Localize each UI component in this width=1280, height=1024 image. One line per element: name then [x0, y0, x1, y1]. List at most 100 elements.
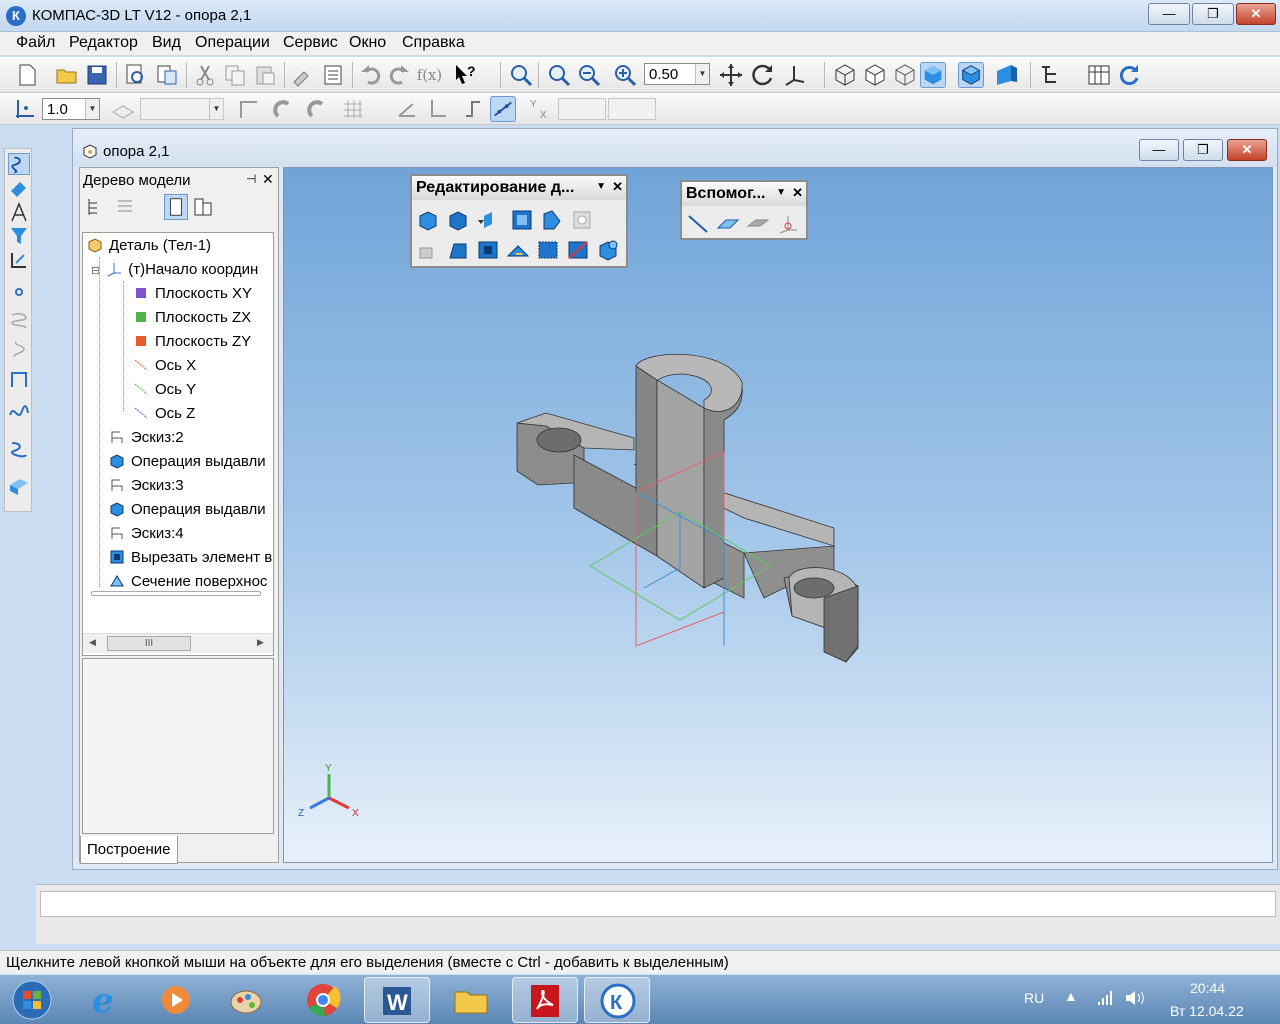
scroll-left-icon[interactable]: ◀ — [89, 637, 96, 648]
scroll-right-icon[interactable]: ▶ — [257, 637, 264, 648]
zoom-window-icon[interactable] — [508, 62, 534, 88]
orientation-icon[interactable] — [782, 62, 808, 88]
tree-item-axis-x[interactable]: Ось X — [133, 357, 196, 379]
menu-file[interactable]: Файл — [16, 34, 55, 52]
collapse-icon[interactable]: ⊟ — [91, 265, 100, 277]
start-orb-icon[interactable] — [10, 979, 54, 1021]
horizontal-scrollbar[interactable]: ◀ III ▶ — [83, 633, 273, 653]
tree-item-axis-y[interactable]: Ось Y — [133, 381, 196, 403]
scroll-thumb[interactable]: III — [107, 636, 191, 651]
copy-icon[interactable] — [222, 62, 248, 88]
restore-button[interactable]: ❐ — [1192, 3, 1234, 25]
edit-palette-titlebar[interactable]: Редактирование д... ▼ ✕ — [412, 176, 626, 200]
polyline-icon[interactable] — [8, 369, 30, 391]
menu-window[interactable]: Окно — [349, 34, 386, 52]
tree-item-sketch-2[interactable]: Эскиз:2 — [109, 429, 184, 451]
command-line[interactable] — [40, 891, 1276, 917]
palette-close-icon[interactable]: ✕ — [792, 185, 803, 201]
tree-item-origin[interactable]: ⊟ (т)Начало координ — [91, 261, 258, 283]
zoom-value-field[interactable]: 0.50 ▼ — [644, 63, 710, 85]
fillet-op-icon[interactable] — [416, 238, 440, 262]
chamfer-op-icon[interactable] — [446, 238, 470, 262]
section-surface-op-icon[interactable] — [536, 238, 560, 262]
menu-operations[interactable]: Операции — [195, 34, 270, 52]
print-preview-icon[interactable] — [122, 62, 148, 88]
clock-date[interactable]: Вт 12.04.22 — [1170, 1003, 1244, 1019]
list-icon[interactable] — [320, 62, 346, 88]
volume-icon[interactable] — [1124, 989, 1146, 1007]
chrome-taskbar-button[interactable] — [290, 977, 356, 1023]
sheet-metal-icon[interactable] — [8, 475, 30, 497]
tray-expand-icon[interactable]: ▲ — [1064, 988, 1078, 1004]
paint-taskbar-button[interactable] — [214, 977, 280, 1023]
chevron-down-icon[interactable]: ▼ — [776, 187, 786, 198]
tree-item-extrude-2[interactable]: Операция выдавли — [109, 501, 266, 523]
pan-icon[interactable] — [718, 62, 744, 88]
aux-axis-icon[interactable] — [686, 212, 710, 236]
surface-icon[interactable] — [8, 439, 30, 461]
eraser-icon[interactable] — [8, 177, 30, 199]
tab-construction[interactable]: Построение — [80, 836, 178, 864]
zoom-scale-icon[interactable] — [612, 62, 638, 88]
tree-item-sketch-3[interactable]: Эскиз:3 — [109, 477, 184, 499]
tree-item-axis-z[interactable]: Ось Z — [133, 405, 195, 427]
new-icon[interactable] — [14, 62, 40, 88]
menu-view[interactable]: Вид — [152, 34, 181, 52]
aux-plane-icon[interactable] — [716, 212, 740, 236]
section-sketch-op-icon[interactable] — [566, 238, 590, 262]
word-taskbar-button[interactable]: W — [364, 977, 430, 1023]
doc-close-button[interactable]: ✕ — [1227, 139, 1267, 161]
tree-sort-icon[interactable] — [192, 196, 214, 218]
tree-item-cut-extrude[interactable]: Вырезать элемент в — [109, 549, 272, 571]
grid-panel-icon[interactable] — [1086, 62, 1112, 88]
step-field[interactable]: 1.0 ▼ — [42, 98, 100, 120]
grid-snap-icon[interactable] — [12, 96, 38, 122]
pin-icon[interactable]: ⊣ — [246, 172, 256, 186]
menu-edit[interactable]: Редактор — [69, 34, 138, 52]
ie-taskbar-button[interactable]: e — [74, 977, 140, 1023]
aux-palette-titlebar[interactable]: Вспомог... ▼ ✕ — [682, 182, 806, 206]
model-canvas[interactable]: Y X Z — [284, 168, 1273, 863]
extrude-op-icon[interactable] — [416, 208, 440, 232]
shell-op-icon[interactable] — [476, 238, 500, 262]
paste-icon[interactable] — [252, 62, 278, 88]
tree-item-plane-zx[interactable]: Плоскость ZX — [133, 309, 251, 331]
tree-item-part[interactable]: Деталь (Тел-1) — [87, 237, 211, 259]
3d-viewport[interactable]: Y X Z Редактирование д... ▼ ✕ Вспомог...… — [283, 167, 1273, 863]
help-pointer-icon[interactable]: ? — [452, 62, 478, 88]
network-icon[interactable] — [1096, 989, 1114, 1007]
zoom-in-icon[interactable] — [546, 62, 572, 88]
halftone-icon[interactable] — [892, 62, 918, 88]
language-indicator[interactable]: RU — [1024, 990, 1044, 1006]
spiral-icon[interactable] — [8, 309, 30, 331]
cut-extrude-op-icon[interactable] — [540, 208, 564, 232]
acrobat-taskbar-button[interactable] — [512, 977, 578, 1023]
paste-special-icon[interactable] — [154, 62, 180, 88]
aux-offset-icon[interactable] — [746, 212, 770, 236]
tree-view-icon[interactable] — [164, 194, 188, 220]
panel-close-icon[interactable]: ✕ — [262, 171, 274, 188]
tree-item-plane-zy[interactable]: Плоскость ZY — [133, 333, 251, 355]
helix-icon[interactable] — [8, 339, 30, 361]
kinematic-op-icon[interactable] — [476, 208, 500, 232]
open-icon[interactable] — [54, 62, 80, 88]
tree-item-extrude-1[interactable]: Операция выдавли — [109, 453, 266, 475]
palette-close-icon[interactable]: ✕ — [612, 179, 623, 195]
snap-toggle-icon[interactable] — [490, 96, 516, 122]
aux-cs-icon[interactable] — [776, 212, 800, 236]
menu-help[interactable]: Справка — [402, 34, 465, 52]
minimize-button[interactable]: — — [1148, 3, 1190, 25]
save-icon[interactable] — [84, 62, 110, 88]
clock-time[interactable]: 20:44 — [1190, 980, 1225, 996]
measure-icon[interactable] — [8, 249, 30, 271]
zoom-out-icon[interactable] — [576, 62, 602, 88]
cut-icon[interactable] — [192, 62, 218, 88]
explorer-taskbar-button[interactable] — [438, 977, 504, 1023]
refresh-icon[interactable] — [1116, 62, 1142, 88]
tree-item-plane-xy[interactable]: Плоскость XY — [133, 285, 252, 307]
undo-icon[interactable] — [358, 62, 384, 88]
edit-tools-icon[interactable] — [8, 153, 30, 175]
chevron-down-icon[interactable]: ▼ — [695, 64, 709, 84]
tree-icon[interactable] — [1038, 62, 1064, 88]
close-button[interactable]: ✕ — [1236, 3, 1276, 25]
